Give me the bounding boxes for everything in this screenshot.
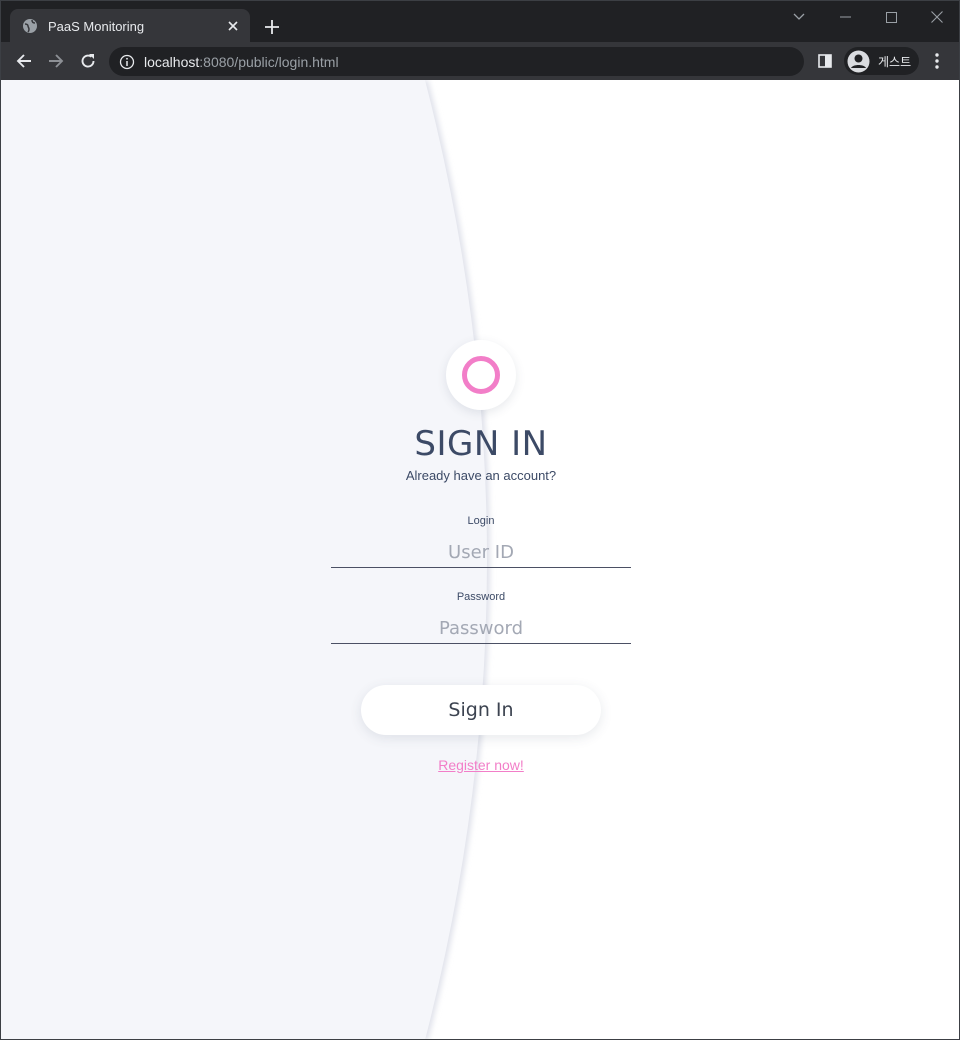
maximize-icon[interactable] xyxy=(868,1,914,33)
tab-title: PaaS Monitoring xyxy=(48,18,145,34)
tab-search-chevron-icon[interactable] xyxy=(776,1,822,33)
page-viewport: SIGN IN Already have an account? Login P… xyxy=(0,80,960,1040)
user-id-input[interactable] xyxy=(331,538,631,568)
back-arrow-icon[interactable] xyxy=(10,47,38,75)
globe-icon xyxy=(22,18,38,34)
register-link[interactable]: Register now! xyxy=(331,757,631,773)
new-tab-icon[interactable] xyxy=(259,14,285,40)
page-title: SIGN IN xyxy=(414,424,548,464)
profile-name: 게스트 xyxy=(878,54,912,69)
site-info-icon[interactable] xyxy=(119,54,135,70)
url-path: :8080/public/login.html xyxy=(199,53,339,70)
browser-tab[interactable]: PaaS Monitoring xyxy=(10,9,250,43)
browser-toolbar: localhost:8080/public/login.html 게스트 xyxy=(0,42,960,80)
page-subtitle: Already have an account? xyxy=(405,468,557,483)
sign-in-button[interactable]: Sign In xyxy=(361,685,601,735)
logo-badge xyxy=(446,340,516,410)
address-bar[interactable]: localhost:8080/public/login.html xyxy=(109,47,804,76)
logo-ring-icon xyxy=(462,356,500,394)
minimize-icon[interactable] xyxy=(822,1,868,33)
window-close-icon[interactable] xyxy=(914,1,960,33)
tab-close-icon[interactable] xyxy=(220,13,246,39)
avatar-icon xyxy=(847,50,870,73)
password-input[interactable] xyxy=(331,614,631,644)
kebab-menu-icon[interactable] xyxy=(927,51,947,71)
login-label: Login xyxy=(467,515,495,527)
forward-arrow-icon[interactable] xyxy=(42,47,70,75)
side-panel-icon[interactable] xyxy=(815,51,835,71)
url-host: localhost xyxy=(144,53,200,70)
browser-tab-strip: PaaS Monitoring xyxy=(0,0,960,43)
reload-icon[interactable] xyxy=(74,47,102,75)
profile-button[interactable]: 게스트 xyxy=(844,47,919,75)
password-label: Password xyxy=(456,591,506,603)
